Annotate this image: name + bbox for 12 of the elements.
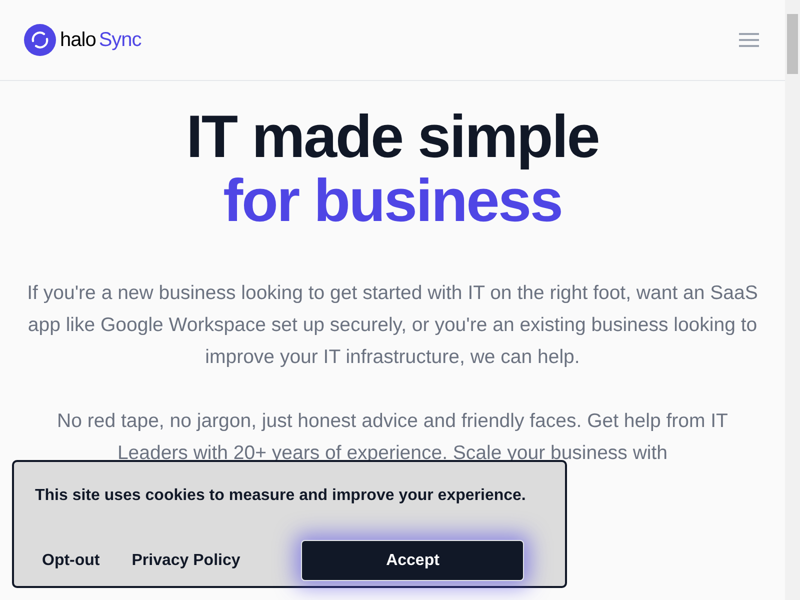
scrollbar[interactable] [785, 0, 800, 600]
logo-icon [24, 24, 56, 56]
hero-title: IT made simple [186, 105, 599, 169]
cookie-link[interactable]: Opt-out [35, 548, 107, 572]
logo-text[interactable]: haloSync [60, 25, 142, 55]
cookie-message: This site uses cookies to measure and improve your experience. [35, 486, 527, 506]
hero-title: for business [222, 169, 562, 233]
hero-paragraph: If you're a new business looking to get started with IT on the right foot, want an SaaS app like Google Workspace set up securely, or you're an existing business looking to improve your IT infrastructure, we can help. [26, 281, 759, 370]
cookie-link[interactable]: Privacy Policy [124, 548, 248, 572]
menu-icon[interactable] [739, 33, 759, 47]
accept-button[interactable]: Accept [301, 540, 524, 581]
hero-paragraph: No red tape, no jargon, just honest advice and friendly faces. Get help from IT Leaders with 20+ years of experience. Scale your business with [56, 409, 729, 466]
